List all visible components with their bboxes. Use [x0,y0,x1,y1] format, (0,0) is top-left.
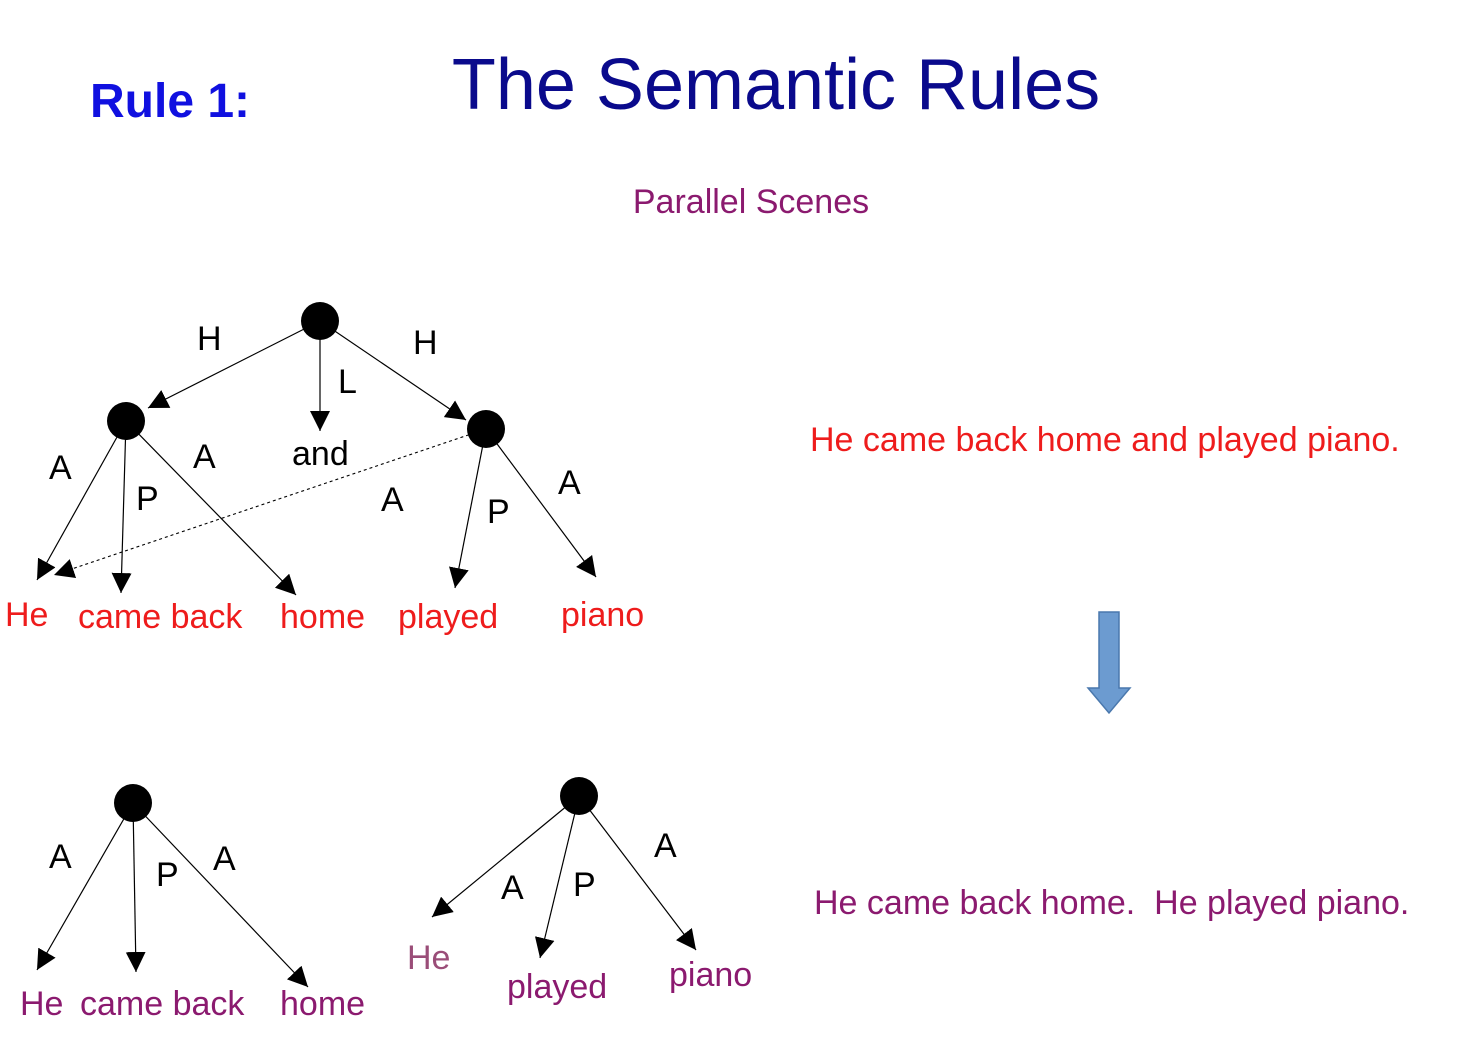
scene-node-right [467,410,505,448]
label-a-home: A [213,840,236,878]
edge-p-played [449,428,487,589]
down-arrow-icon [1086,611,1132,715]
leaf-played: played [398,598,498,636]
transformed-sentence: He came back home. He played piano. [814,884,1409,922]
leaf-he: He [407,939,450,977]
label-a-home: A [193,438,216,476]
label-a-piano: A [558,464,581,502]
original-sentence: He came back home and played piano. [810,421,1400,459]
label-h-left: H [197,320,222,358]
linker-and: and [292,435,349,473]
label-a-he: A [49,838,72,876]
edge-h-left [147,320,321,409]
leaf-piano: piano [669,956,752,994]
edge-a-he [36,420,127,581]
top-graph: H L H A P A A P A and He came back home … [5,302,644,636]
label-a-he: A [501,869,524,907]
edge-a-piano [578,795,697,951]
edge-p-came-back [111,420,132,594]
leaf-he: He [20,985,63,1023]
leaf-came-back: came back [80,985,245,1023]
leaf-he: He [5,596,48,634]
leaf-home: home [280,985,365,1023]
label-h-right: H [413,324,438,362]
root-node [301,302,339,340]
label-a-remote: A [381,481,404,519]
bottom-graph-1: A P A He came back home [20,784,365,1023]
leaf-played: played [507,968,607,1006]
label-l: L [338,363,357,401]
label-p: P [573,866,596,904]
semantic-rule-diagram: H L H A P A A P A and He came back home … [5,302,1409,1023]
bottom-graph-2: A P A He played piano [407,777,752,1006]
label-p: P [156,856,179,894]
edge-p [125,802,146,973]
label-p-played: P [487,493,510,531]
leaf-home: home [280,598,365,636]
leaf-piano: piano [561,596,644,634]
label-a-piano: A [654,827,677,865]
scene-node [114,784,152,822]
edge-a-home [132,802,309,988]
label-p-came-back: P [136,480,159,518]
scene-node-left [107,402,145,440]
label-a-he: A [49,449,72,487]
edge-a-remote [53,428,487,579]
scene-node [560,777,598,815]
edge-a-he [36,802,134,971]
leaf-came-back: came back [78,598,243,636]
